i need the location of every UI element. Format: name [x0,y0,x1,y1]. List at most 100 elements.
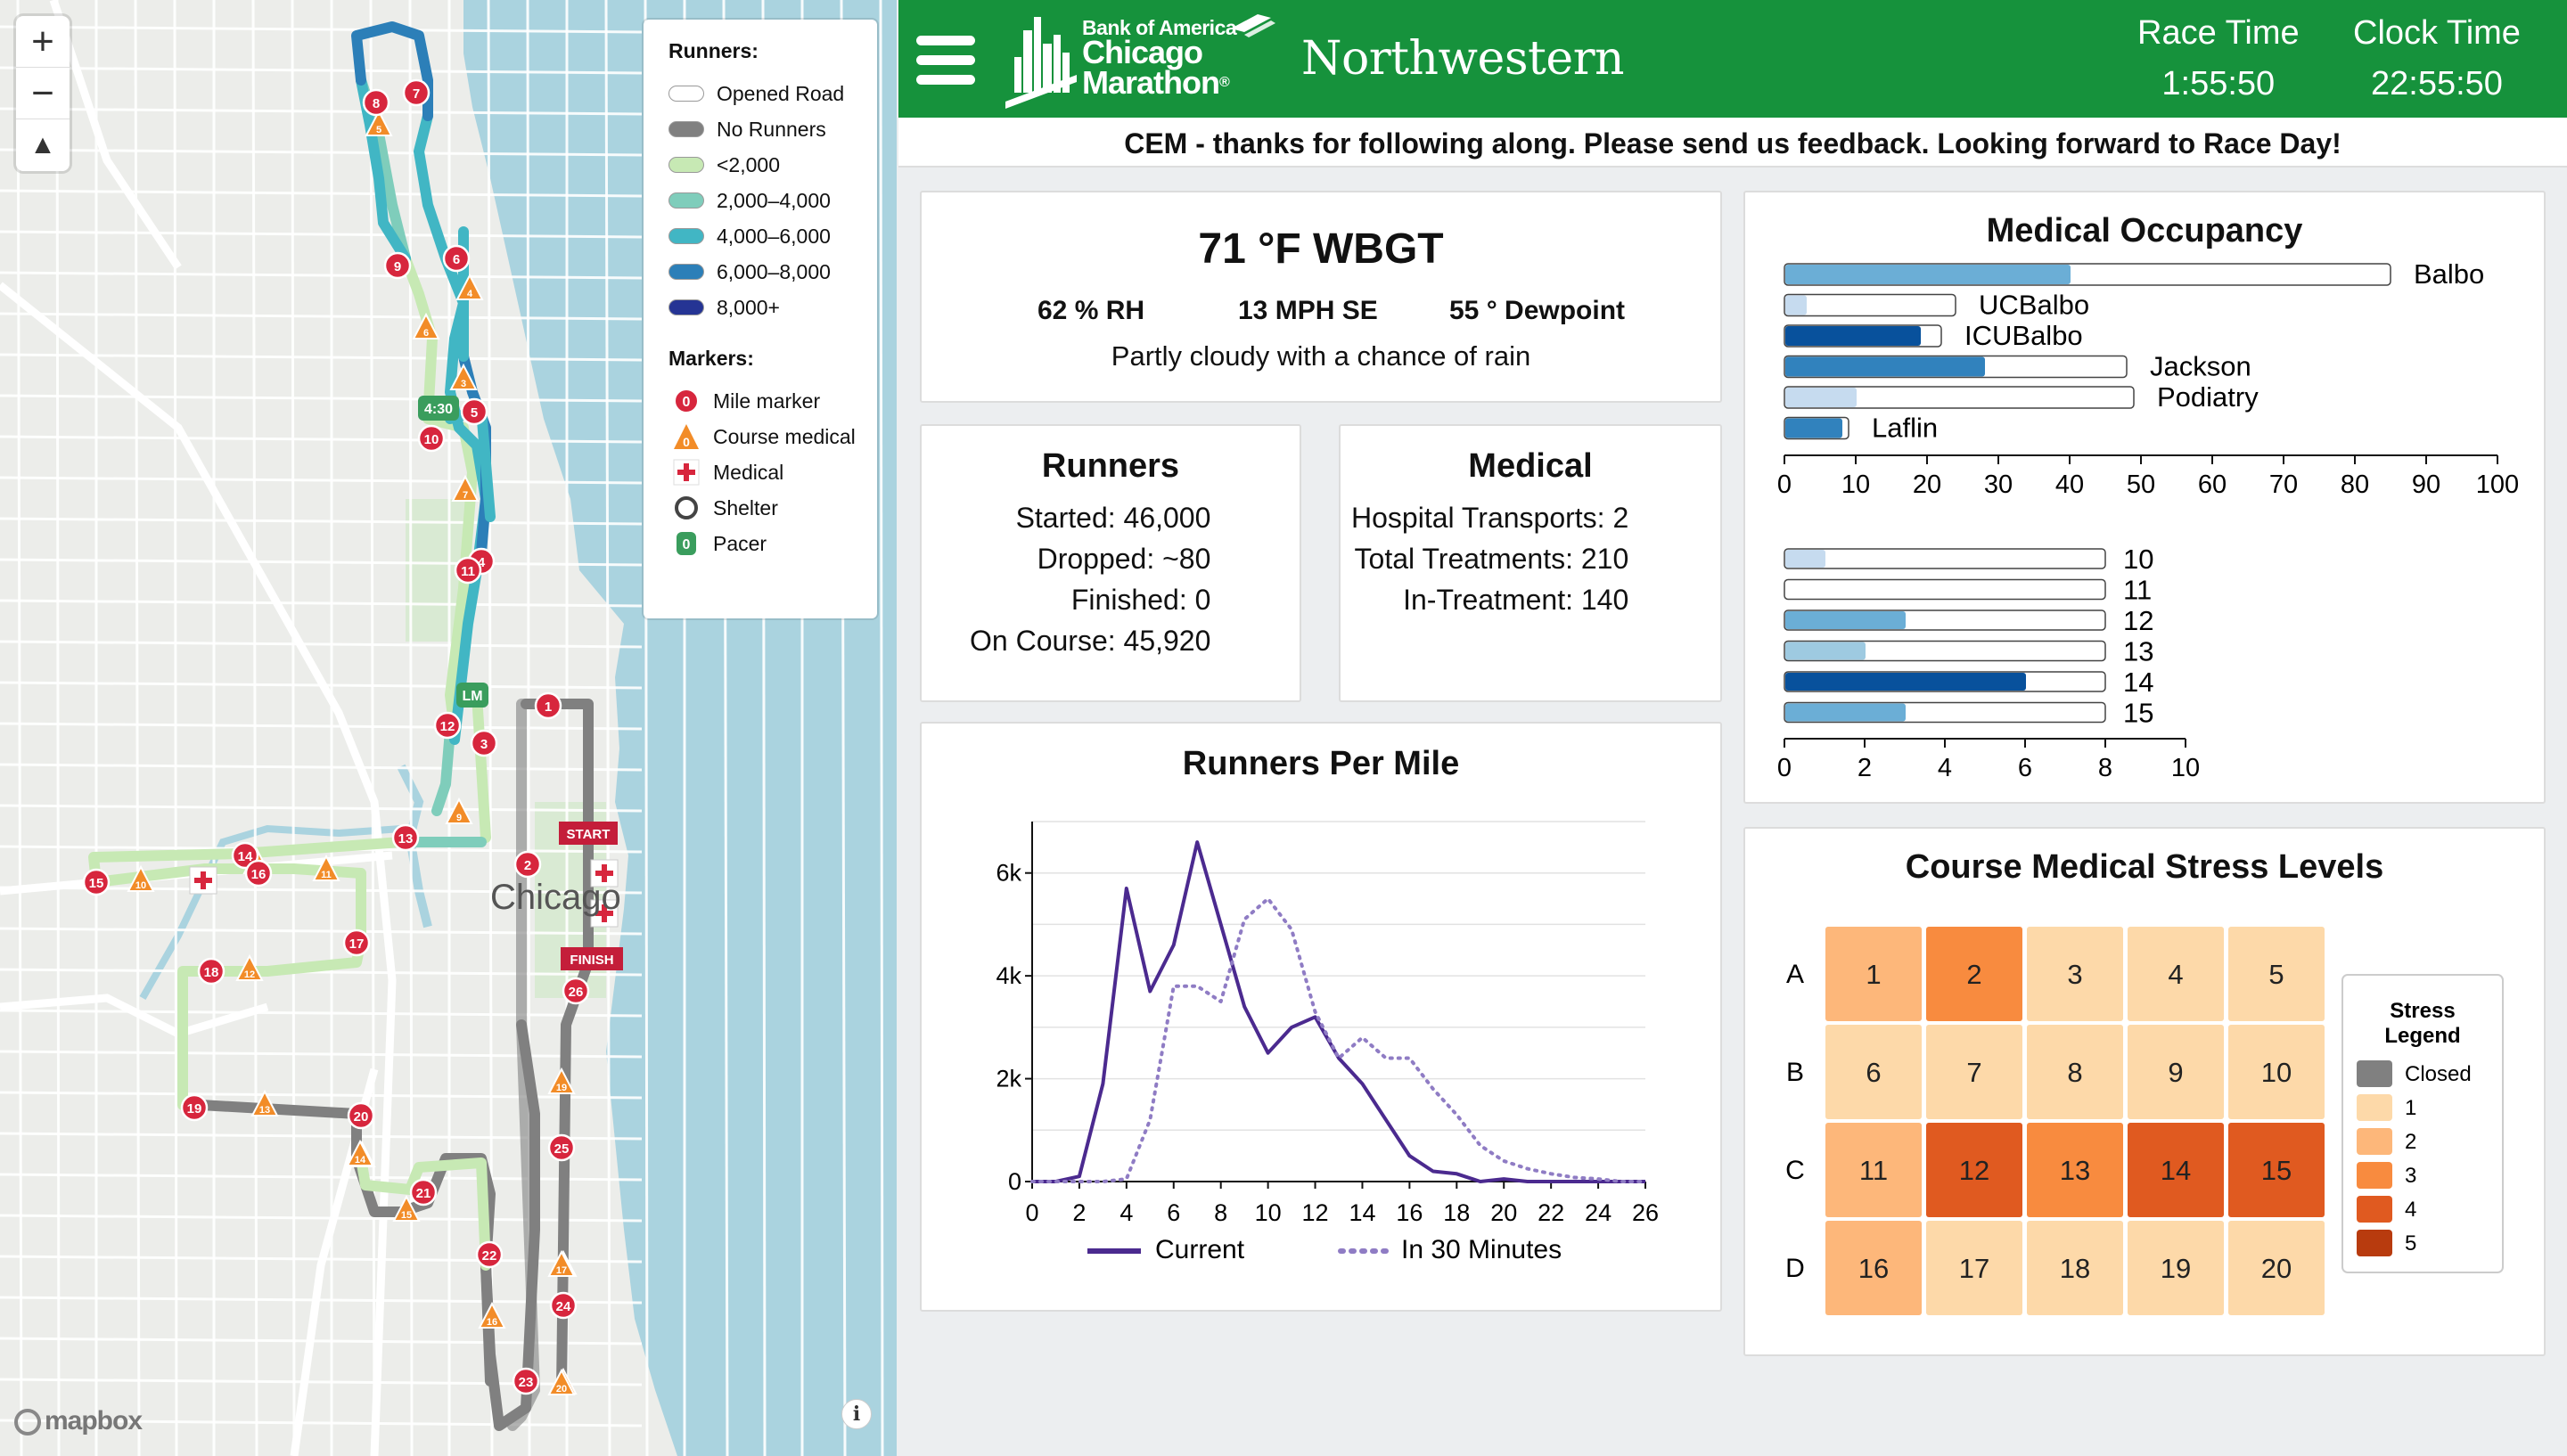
stress-cell[interactable]: 14 [2128,1123,2224,1217]
course-medical-marker[interactable]: 14 [346,1139,374,1166]
stress-cell[interactable]: 11 [1825,1123,1922,1217]
course-medical-marker[interactable]: 19 [547,1067,576,1094]
tent-occupancy-bar[interactable]: 14 [1784,667,2153,698]
course-medical-marker[interactable]: 10 [127,864,155,892]
mile-marker[interactable]: 2 [513,850,542,879]
stress-cell[interactable]: 8 [2027,1025,2123,1119]
legend-runner-label: 6,000–8,000 [717,259,831,283]
svg-text:25: 25 [554,1141,570,1157]
stress-cell[interactable]: 12 [1926,1123,2022,1217]
zoom-out-button[interactable]: − [16,68,70,119]
stress-heatmap[interactable]: ABCD1 2 3 4 56 7 8 9 1011 12 13 14 1516 17 18 19 20Stres… [1745,891,2544,1354]
zoom-in-button[interactable]: + [16,16,70,68]
stress-cell[interactable]: 13 [2027,1123,2123,1217]
course-map[interactable]: 1234567891011121314151617181920123456789… [0,0,897,1456]
tent-occupancy-bar[interactable]: 12 [1784,605,2153,636]
legend-runner-label: 4,000–6,000 [717,224,831,248]
course-medical-marker[interactable]: 7 [451,474,480,502]
mile-marker[interactable]: 18 [197,957,226,986]
stress-cell[interactable]: 7 [1926,1025,2022,1119]
tent-occupancy-bar[interactable]: 13 [1784,636,2153,667]
occupancy-bar[interactable]: Podiatry [1784,381,2259,413]
hamburger-menu-icon[interactable] [916,36,975,94]
course-medical-marker[interactable]: 9 [445,797,473,824]
mile-marker[interactable]: 16 [244,859,273,888]
runners-panel: Runners Started: 46,000 Dropped: ~80 Finis… [920,424,1301,702]
start-marker[interactable]: START [559,822,618,845]
svg-text:9: 9 [456,813,462,823]
stress-cell[interactable]: 4 [2128,927,2224,1021]
mile-marker[interactable]: 20 [347,1101,375,1130]
stress-cell-label: 17 [1959,1253,1989,1284]
stress-cell[interactable]: 15 [2228,1123,2325,1217]
legend-marker-item: Medical [668,454,877,490]
row-label: C [1785,1156,1805,1185]
pacer-marker[interactable]: LM [456,683,488,708]
stress-cell[interactable]: 10 [2228,1025,2325,1119]
mile-marker[interactable]: 3 [470,729,498,757]
stress-cell[interactable]: 3 [2027,927,2123,1021]
course-medical-marker[interactable]: 11 [312,854,340,881]
stress-cell[interactable]: 6 [1825,1025,1922,1119]
course-medical-marker[interactable]: 6 [412,312,440,339]
stress-cell[interactable]: 16 [1825,1221,1922,1315]
stress-cell-label: 20 [2261,1253,2292,1284]
pacer-marker[interactable]: 4:30 [418,396,459,421]
tent-occupancy-bar[interactable]: 10 [1784,544,2153,575]
occupancy-bar[interactable]: Laflin [1784,413,1938,444]
occupied-bar [1785,326,1921,346]
tent-label: 11 [2123,575,2152,606]
occupancy-bar[interactable]: ICUBalbo [1784,320,2083,351]
mile-marker[interactable]: 26 [562,977,590,1005]
stress-cell[interactable]: 20 [2228,1221,2325,1315]
medical-occupancy-chart[interactable]: Balbo UCBalboICUBalbo JacksonPodiatry Lafli… [1745,255,2544,798]
stress-cell[interactable]: 5 [2228,927,2325,1021]
occupancy-bar[interactable]: Jackson [1784,351,2251,382]
occupancy-bar[interactable]: Balbo [1784,258,2484,290]
stress-cell[interactable]: 1 [1825,927,1922,1021]
mile-marker[interactable]: 12 [433,711,462,740]
occupancy-bar[interactable]: UCBalbo [1784,290,2089,321]
mile-marker[interactable]: 17 [342,928,371,957]
legend-marker-label: Pacer [713,531,767,555]
tent-occupancy-bar[interactable]: 15 [1784,698,2153,729]
finish-marker[interactable]: FINISH [561,947,623,970]
info-icon[interactable]: i [841,1399,872,1429]
runners-per-mile-chart[interactable]: 02k4k6k0 2 4 6 8 10 12 14 16 18 20 22 24 26Current In … [922,804,1720,1303]
course-medical-marker[interactable]: 16 [478,1301,506,1329]
compass-button[interactable]: ▲ [16,119,70,171]
mapbox-logo[interactable]: mapbox [14,1406,143,1436]
mile-marker[interactable]: 6 [442,244,471,273]
mile-marker[interactable]: 11 [454,556,482,585]
stress-cell[interactable]: 2 [1926,927,2022,1021]
course-medical-marker[interactable]: 13 [250,1089,279,1117]
course-medical-marker[interactable]: 4 [455,273,484,300]
medical-cross-icon[interactable] [189,866,217,895]
mile-marker[interactable]: 24 [549,1291,578,1320]
stress-cell-label: 6 [1866,1057,1881,1088]
mile-marker[interactable]: 8 [362,88,390,117]
stress-cell-label: 19 [2161,1253,2191,1284]
mile-marker[interactable]: 10 [417,424,446,453]
stress-cell-label: 13 [2060,1155,2090,1186]
mile-marker[interactable]: 25 [547,1133,576,1162]
mile-marker[interactable]: 7 [402,78,431,107]
mile-marker[interactable]: 23 [512,1367,540,1395]
zoom-control[interactable]: + − ▲ [16,16,70,171]
mile-marker[interactable]: 5 [460,397,488,426]
stress-cell[interactable]: 18 [2027,1221,2123,1315]
mile-marker[interactable]: 21 [409,1178,438,1207]
occupied-bar [1785,703,1906,722]
stress-cell[interactable]: 17 [1926,1221,2022,1315]
stress-cell[interactable]: 9 [2128,1025,2224,1119]
course-medical-marker[interactable]: 3 [449,363,478,390]
mile-marker[interactable]: 15 [82,868,111,896]
mile-marker[interactable]: 22 [475,1240,504,1269]
mile-marker[interactable]: 19 [180,1093,209,1122]
tent-occupancy-bar[interactable]: 11 [1784,575,2152,606]
mile-marker[interactable]: 13 [391,823,420,852]
course-medical-marker[interactable]: 12 [235,953,264,981]
stress-cell[interactable]: 19 [2128,1221,2224,1315]
mile-marker[interactable]: 9 [383,251,412,280]
mile-marker[interactable]: 1 [534,691,562,720]
